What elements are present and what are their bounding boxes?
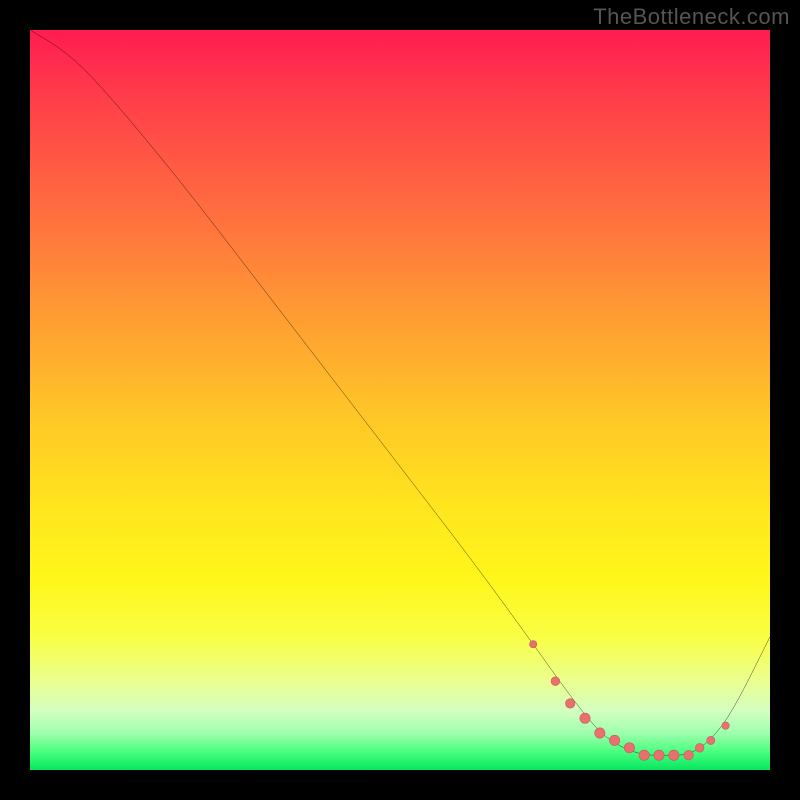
marker-dot	[669, 750, 679, 760]
chart-frame: TheBottleneck.com	[0, 0, 800, 800]
marker-dot	[707, 736, 715, 744]
marker-dot	[580, 713, 590, 723]
marker-dot	[722, 722, 729, 729]
curve-svg	[30, 30, 770, 770]
marker-group	[530, 641, 730, 761]
plot-area	[30, 30, 770, 770]
marker-dot	[609, 735, 619, 745]
marker-dot	[624, 743, 634, 753]
watermark-text: TheBottleneck.com	[593, 4, 790, 30]
marker-dot	[654, 750, 664, 760]
marker-dot	[565, 699, 575, 709]
main-curve	[30, 30, 770, 755]
marker-dot	[551, 677, 560, 686]
marker-dot	[530, 641, 537, 648]
marker-dot	[639, 750, 649, 760]
marker-dot	[595, 728, 605, 738]
marker-dot	[695, 743, 704, 752]
marker-dot	[684, 750, 694, 760]
